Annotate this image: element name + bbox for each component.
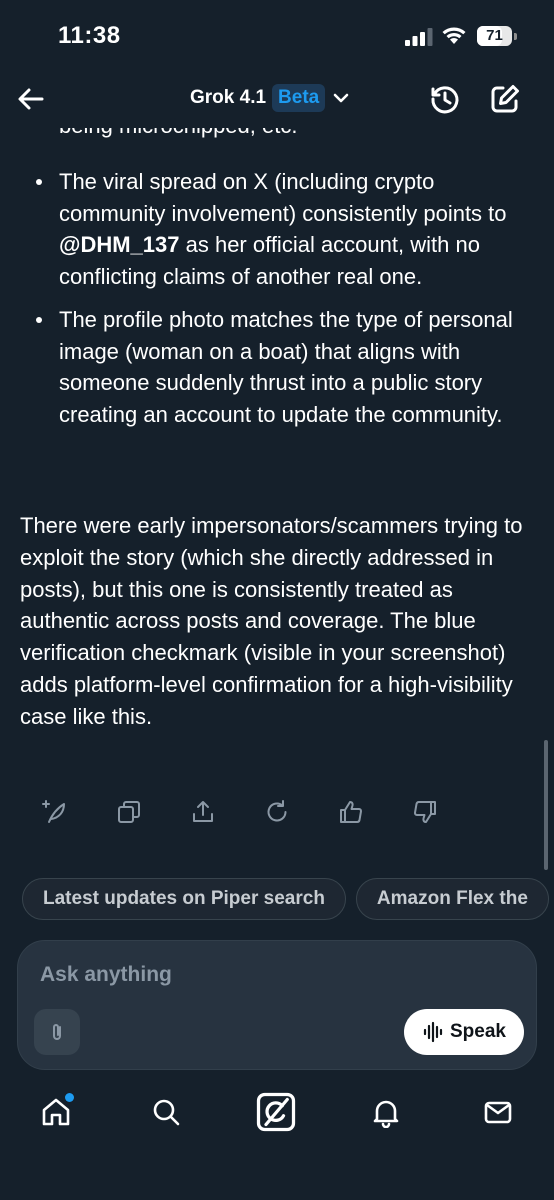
status-bar: 11:38 71 bbox=[0, 0, 554, 70]
bullet-list: The viral spread on X (including crypto … bbox=[0, 166, 554, 442]
voice-waveform-icon bbox=[423, 1021, 443, 1043]
history-button[interactable] bbox=[428, 82, 462, 116]
speak-label: Speak bbox=[450, 1021, 506, 1042]
suggestion-chip[interactable]: Latest updates on Piper search bbox=[22, 878, 346, 920]
copy-button[interactable] bbox=[112, 795, 146, 829]
battery-indicator: 71 bbox=[477, 26, 517, 46]
mention-link[interactable]: @DHM_137 bbox=[59, 232, 180, 257]
bullet-text: The viral spread on X (including crypto … bbox=[59, 169, 507, 226]
thumbs-up-icon bbox=[340, 801, 362, 823]
status-time: 11:38 bbox=[58, 22, 121, 49]
like-button[interactable] bbox=[334, 795, 368, 829]
model-selector[interactable]: Grok 4.1 Beta bbox=[190, 81, 351, 115]
list-item: The viral spread on X (including crypto … bbox=[0, 166, 554, 292]
nav-notifications[interactable] bbox=[364, 1090, 408, 1134]
dislike-button[interactable] bbox=[408, 795, 442, 829]
response-paragraph: There were early impersonators/scammers … bbox=[20, 513, 523, 729]
regenerate-icon bbox=[267, 800, 287, 822]
composer: Speak bbox=[17, 940, 537, 1070]
copy-icon bbox=[118, 801, 140, 823]
wifi-icon bbox=[442, 27, 466, 44]
response-actions bbox=[0, 795, 554, 829]
new-chat-button[interactable] bbox=[488, 82, 522, 116]
chevron-down-icon bbox=[333, 93, 349, 103]
notification-dot bbox=[65, 1093, 74, 1102]
header: Grok 4.1 Beta bbox=[0, 70, 554, 128]
improve-button[interactable] bbox=[38, 795, 72, 829]
share-icon bbox=[193, 801, 213, 822]
nav-home[interactable] bbox=[34, 1090, 78, 1134]
nav-grok[interactable] bbox=[254, 1090, 298, 1134]
list-item: The profile photo matches the type of pe… bbox=[0, 304, 554, 430]
search-icon bbox=[153, 1099, 180, 1126]
nav-messages[interactable] bbox=[476, 1090, 520, 1134]
speak-button[interactable]: Speak bbox=[404, 1009, 524, 1055]
thumbs-down-icon bbox=[414, 801, 436, 823]
suggestion-chips: Latest updates on Piper search Amazon Fle… bbox=[22, 878, 554, 920]
battery-percent: 71 bbox=[486, 27, 503, 44]
history-icon bbox=[431, 86, 459, 114]
suggestion-chip[interactable]: Amazon Flex the bbox=[355, 878, 549, 920]
compose-icon bbox=[491, 85, 519, 113]
arrow-left-icon bbox=[18, 88, 44, 110]
attach-button[interactable] bbox=[34, 1009, 80, 1055]
nav-search[interactable] bbox=[144, 1090, 188, 1134]
battery-tip bbox=[514, 33, 517, 40]
beta-badge: Beta bbox=[272, 84, 326, 112]
ask-input[interactable] bbox=[40, 959, 500, 991]
sparkle-feather-icon bbox=[42, 800, 65, 823]
messages-icon bbox=[484, 1101, 512, 1124]
notifications-icon bbox=[373, 1100, 399, 1128]
share-button[interactable] bbox=[186, 795, 220, 829]
response-content: being microchipped, etc. The viral sprea… bbox=[0, 128, 554, 788]
bottom-navigation bbox=[0, 1086, 554, 1146]
bullet-text: The profile photo matches the type of pe… bbox=[59, 307, 513, 427]
regenerate-button[interactable] bbox=[260, 795, 294, 829]
back-button[interactable] bbox=[14, 82, 48, 116]
cellular-signal-icon bbox=[405, 28, 433, 46]
paperclip-icon bbox=[53, 1024, 61, 1040]
grok-icon bbox=[256, 1092, 296, 1132]
clipped-text-line: being microchipped, etc. bbox=[59, 128, 297, 141]
model-name: Grok 4.1 bbox=[190, 87, 267, 108]
